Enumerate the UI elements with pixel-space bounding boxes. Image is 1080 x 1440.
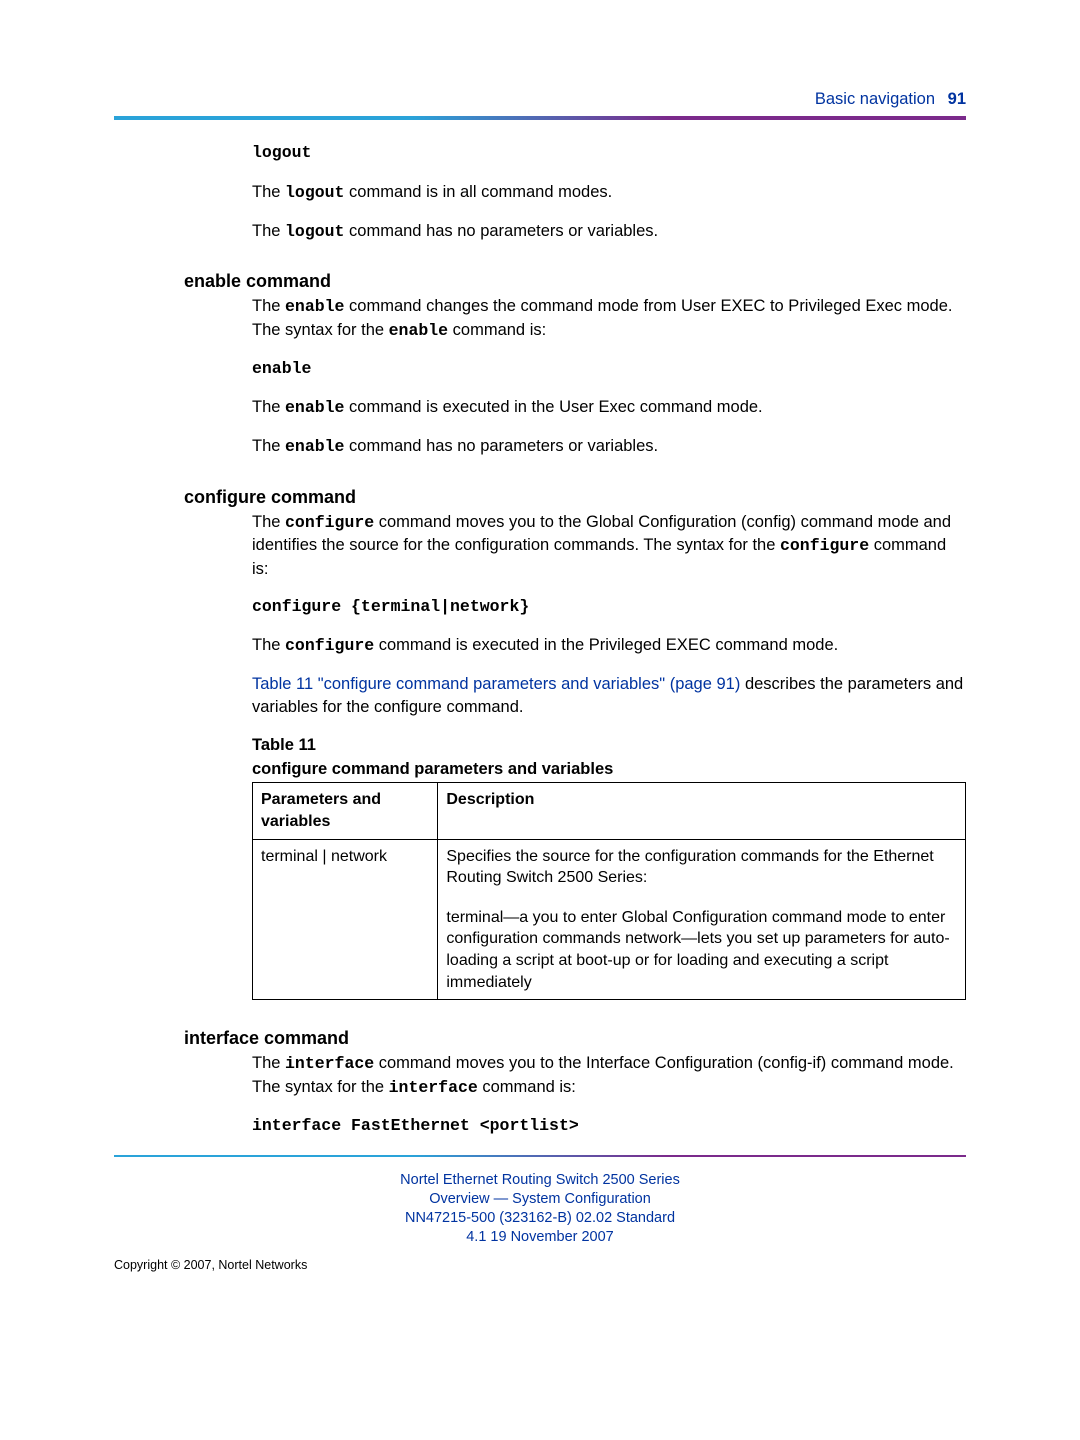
interface-command: interface FastEthernet <portlist> [252, 1115, 966, 1137]
configure-parameters-table: Parameters and variables Description ter… [252, 782, 966, 1000]
footer-line-2: Overview — System Configuration [114, 1190, 966, 1209]
table-cell-desc: Specifies the source for the configurati… [438, 839, 966, 1000]
header-page-number: 91 [948, 90, 966, 108]
configure-command: configure {terminal|network} [252, 596, 966, 618]
enable-command: enable [252, 358, 966, 380]
footer-rule [114, 1155, 966, 1157]
table-header-desc: Description [438, 783, 966, 839]
table-header-row: Parameters and variables Description [253, 783, 966, 839]
interface-heading: interface command [184, 1026, 966, 1050]
footer-line-3: NN47215-500 (323162-B) 02.02 Standard [114, 1209, 966, 1228]
enable-block: The enable command changes the command m… [252, 295, 966, 458]
enable-para-3: The enable command has no parameters or … [252, 435, 966, 458]
configure-para-2: The configure command is executed in the… [252, 634, 966, 657]
copyright: Copyright © 2007, Nortel Networks [114, 1257, 966, 1274]
configure-heading: configure command [184, 485, 966, 509]
table-title: configure command parameters and variabl… [252, 758, 966, 780]
footer-block: Nortel Ethernet Routing Switch 2500 Seri… [114, 1171, 966, 1246]
header-rule [114, 116, 966, 120]
interface-para-1: The interface command moves you to the I… [252, 1052, 966, 1099]
running-header: Basic navigation 91 [114, 88, 966, 110]
logout-para-2: The logout command has no parameters or … [252, 220, 966, 243]
logout-para-1: The logout command is in all command mod… [252, 181, 966, 204]
enable-para-2: The enable command is executed in the Us… [252, 396, 966, 419]
configure-para-1: The configure command moves you to the G… [252, 511, 966, 580]
table-cross-ref-link[interactable]: Table 11 "configure command parameters a… [252, 675, 740, 693]
enable-para-1: The enable command changes the command m… [252, 295, 966, 342]
footer-line-1: Nortel Ethernet Routing Switch 2500 Seri… [114, 1171, 966, 1190]
page: Basic navigation 91 logout The logout co… [0, 0, 1080, 1440]
table-header-params: Parameters and variables [253, 783, 438, 839]
table-row: terminal | network Specifies the source … [253, 839, 966, 1000]
table-caption: Table 11 [252, 734, 966, 756]
header-section: Basic navigation [815, 90, 935, 108]
logout-block: logout The logout command is in all comm… [252, 142, 966, 243]
table-cell-param: terminal | network [253, 839, 438, 1000]
interface-block: The interface command moves you to the I… [252, 1052, 966, 1137]
configure-para-3: Table 11 "configure command parameters a… [252, 673, 966, 718]
footer-line-4: 4.1 19 November 2007 [114, 1228, 966, 1247]
logout-command: logout [252, 142, 966, 164]
configure-block: The configure command moves you to the G… [252, 511, 966, 1000]
enable-heading: enable command [184, 269, 966, 293]
